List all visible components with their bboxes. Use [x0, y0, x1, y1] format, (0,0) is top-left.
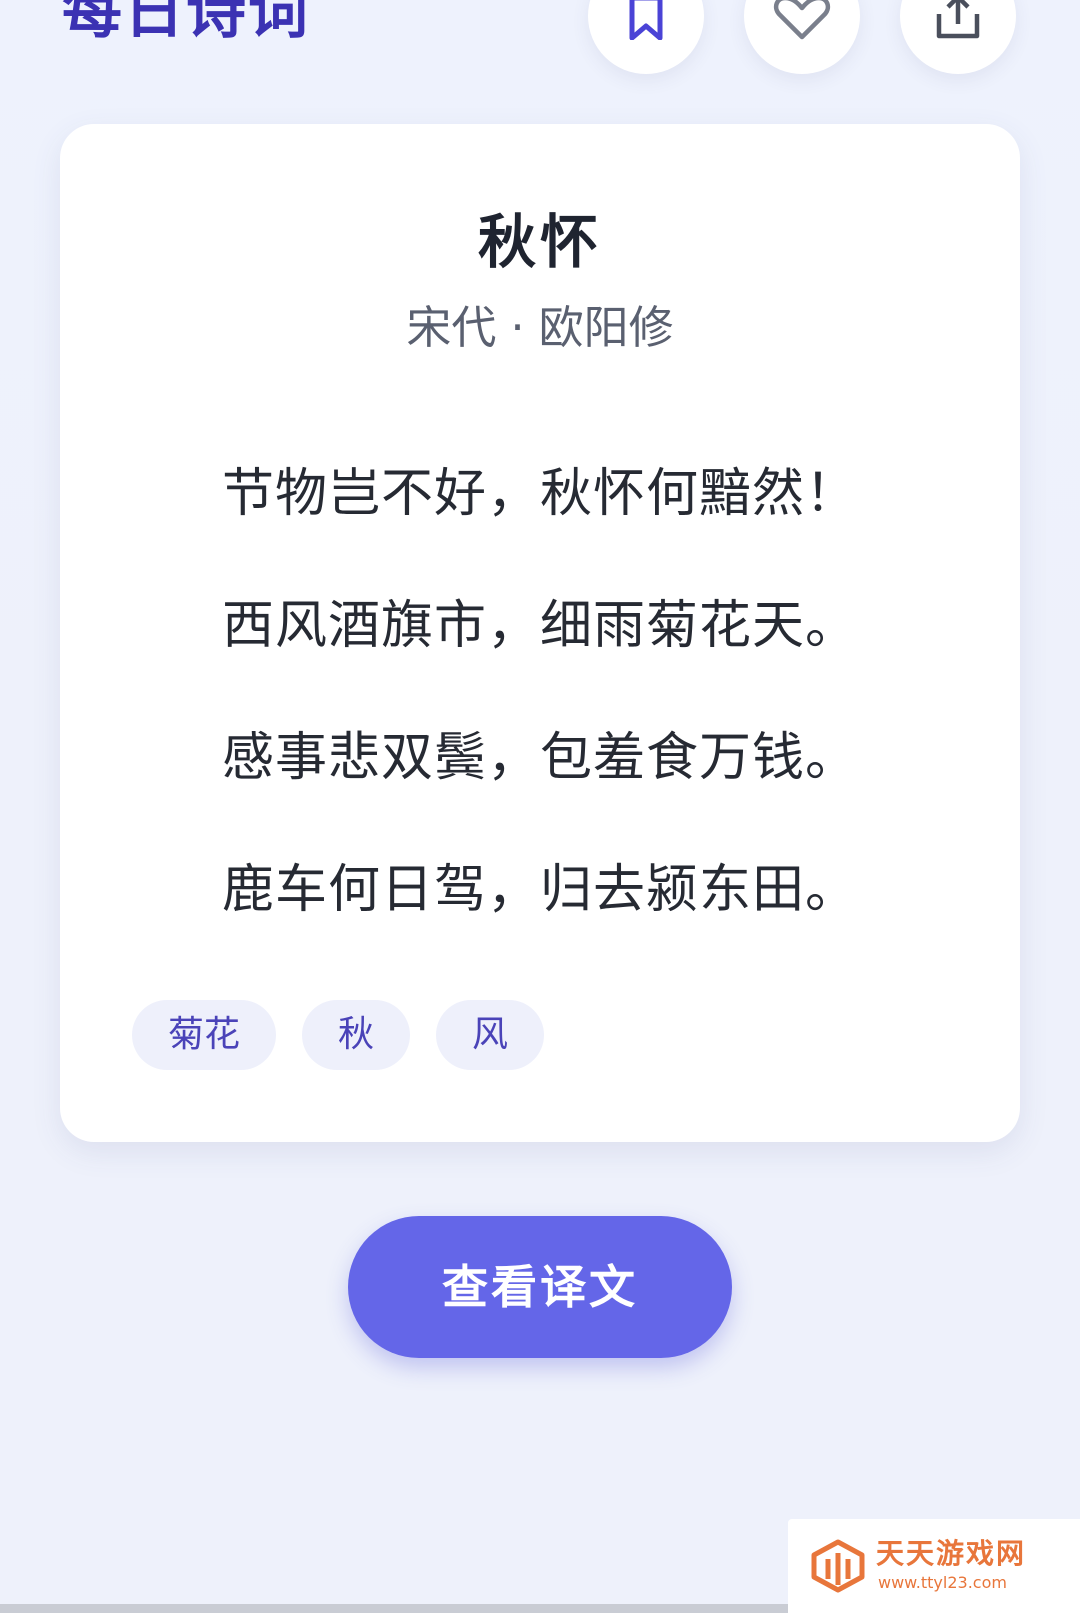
tag-list: 菊花 秋 风: [132, 1000, 545, 1070]
poem-card: 秋怀 宋代 · 欧阳修 节物岂不好，秋怀何黯然！ 西风酒旗市，细雨菊花天。 感事悲双…: [60, 124, 1020, 1142]
poem-line: 西风酒旗市，细雨菊花天。: [221, 596, 858, 656]
poem-dynasty: 宋代: [406, 301, 497, 354]
meta-separator: ·: [510, 301, 525, 354]
like-button[interactable]: [744, 0, 860, 74]
poem-line: 感事悲双鬓，包羞食万钱。: [221, 728, 858, 788]
view-translation-button[interactable]: 查看译文: [348, 1216, 732, 1358]
bottom-edge: [0, 1604, 788, 1613]
watermark-name: 天天游戏网: [876, 1537, 1027, 1570]
tag-chip[interactable]: 秋: [302, 1000, 411, 1070]
app-title: 每日诗词: [62, 0, 310, 47]
bookmark-icon: [626, 0, 666, 40]
poem-title: 秋怀: [477, 208, 602, 276]
poem-line: 鹿车何日驾，归去颍东田。: [221, 860, 858, 920]
poem-line: 节物岂不好，秋怀何黯然！: [221, 464, 858, 524]
poem-author: 欧阳修: [538, 301, 674, 354]
share-button[interactable]: [900, 0, 1016, 74]
poem-body: 节物岂不好，秋怀何黯然！ 西风酒旗市，细雨菊花天。 感事悲双鬓，包羞食万钱。 鹿…: [60, 454, 1020, 982]
watermark: 天天游戏网 www.ttyl23.com: [788, 1519, 1080, 1613]
poem-meta: 宋代 · 欧阳修: [60, 298, 1020, 358]
tag-chip[interactable]: 风: [436, 1000, 545, 1070]
heart-icon: [773, 0, 831, 40]
bookmark-button[interactable]: [588, 0, 704, 74]
site-logo-icon: [810, 1539, 866, 1597]
watermark-url: www.ttyl23.com: [878, 1573, 1007, 1592]
share-icon: [935, 0, 981, 40]
tag-chip[interactable]: 菊花: [132, 1000, 277, 1070]
